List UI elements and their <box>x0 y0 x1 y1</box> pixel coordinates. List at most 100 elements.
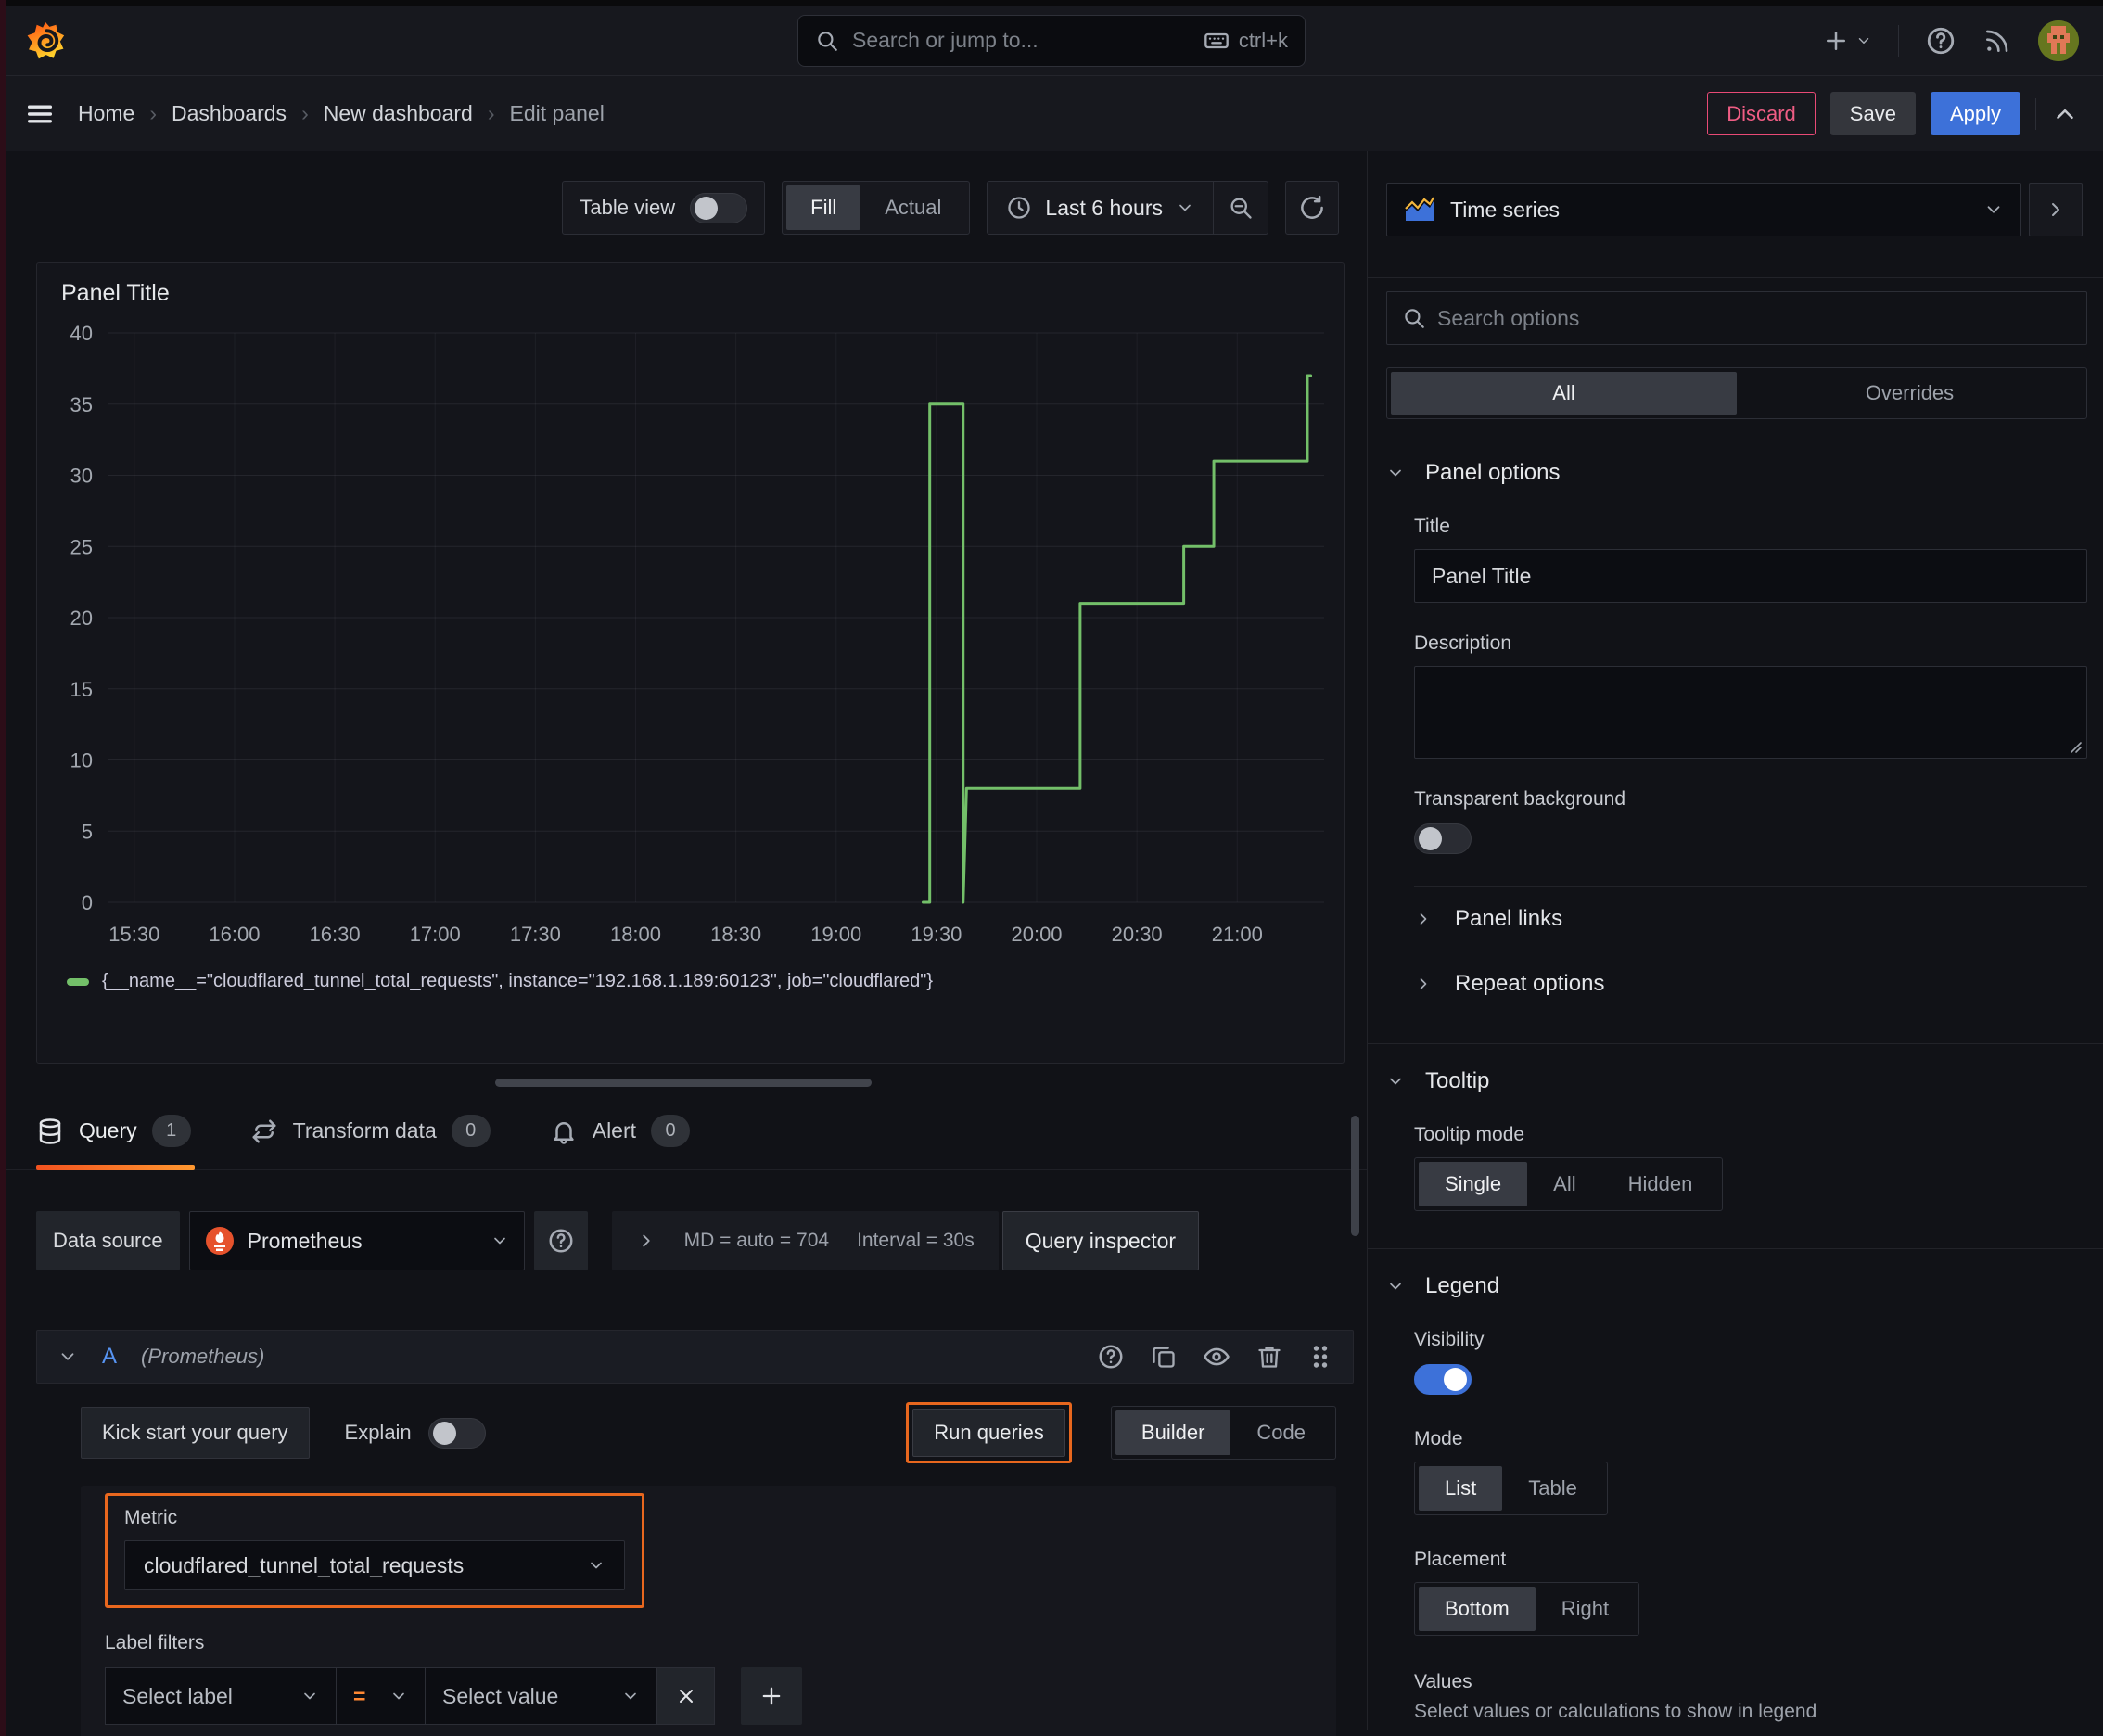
legend-placement-right-option[interactable]: Right <box>1536 1587 1635 1631</box>
breadcrumb-new-dashboard[interactable]: New dashboard <box>324 101 473 126</box>
panel-options-section-header[interactable]: Panel options <box>1386 460 2087 486</box>
select-label-dropdown[interactable]: Select label <box>105 1667 337 1725</box>
svg-text:0: 0 <box>82 891 93 914</box>
datasource-label: Data source <box>36 1211 180 1270</box>
apply-button[interactable]: Apply <box>1930 92 2020 135</box>
remove-filter-button[interactable] <box>657 1667 715 1725</box>
toggle-query-visibility-button[interactable] <box>1203 1343 1230 1371</box>
duplicate-query-button[interactable] <box>1151 1344 1177 1370</box>
chevron-down-icon <box>1390 1078 1401 1085</box>
collapse-header-button[interactable] <box>2051 100 2079 128</box>
legend-section-header[interactable]: Legend <box>1386 1273 2087 1299</box>
svg-text:10: 10 <box>70 749 93 772</box>
tab-all[interactable]: All <box>1391 372 1737 415</box>
breadcrumb-dashboards[interactable]: Dashboards <box>172 101 287 126</box>
chart-legend: {__name__="cloudflared_tunnel_total_requ… <box>67 971 1344 992</box>
table-view-toggle[interactable] <box>690 192 748 223</box>
tab-transform-data[interactable]: Transform data 0 <box>250 1109 494 1169</box>
tab-query[interactable]: Query 1 <box>36 1109 195 1170</box>
tooltip-section-header[interactable]: Tooltip <box>1386 1068 2087 1094</box>
panel-title-input[interactable] <box>1414 549 2087 603</box>
interval-stat: Interval = 30s <box>857 1230 975 1251</box>
tooltip-all-option[interactable]: All <box>1527 1162 1601 1206</box>
svg-text:35: 35 <box>70 393 93 416</box>
avatar[interactable] <box>2038 19 2079 61</box>
metric-select[interactable]: cloudflared_tunnel_total_requests <box>124 1540 625 1590</box>
panel-links-section[interactable]: Panel links <box>1414 886 2087 951</box>
breadcrumb-separator: › <box>149 101 158 125</box>
table-view-control: Table view <box>562 181 766 235</box>
datasource-help-button[interactable] <box>533 1211 588 1270</box>
actual-option[interactable]: Actual <box>860 185 965 230</box>
run-queries-button[interactable]: Run queries <box>912 1409 1065 1457</box>
tab-alert[interactable]: Alert 0 <box>550 1109 694 1169</box>
news-rss-button[interactable] <box>1982 26 2012 56</box>
legend-placement-label: Placement <box>1414 1549 1507 1570</box>
legend-placement-switch: Bottom Right <box>1414 1582 1640 1636</box>
drag-query-handle[interactable] <box>1308 1343 1332 1371</box>
grafana-logo[interactable] <box>24 19 67 62</box>
repeat-options-section[interactable]: Repeat options <box>1414 951 2087 1015</box>
zoom-out-time-button[interactable] <box>1214 182 1268 234</box>
legend-placement-bottom-option[interactable]: Bottom <box>1419 1587 1536 1631</box>
mega-menu-toggle[interactable] <box>24 98 56 130</box>
query-options-summary[interactable]: MD = auto = 704 Interval = 30s <box>611 1211 999 1270</box>
svg-text:19:00: 19:00 <box>810 923 861 946</box>
close-icon <box>679 1690 693 1703</box>
svg-text:17:00: 17:00 <box>410 923 461 946</box>
resize-corner-icon[interactable] <box>2068 739 2083 754</box>
query-help-button[interactable] <box>1097 1343 1125 1371</box>
search-icon <box>1405 309 1424 328</box>
tooltip-hidden-option[interactable]: Hidden <box>1602 1162 1719 1206</box>
fill-option[interactable]: Fill <box>786 185 861 230</box>
legend-series-label[interactable]: {__name__="cloudflared_tunnel_total_requ… <box>102 971 933 992</box>
editor-tabs: Query 1 Transform data 0 Alert 0 <box>0 1109 1367 1170</box>
time-range-picker[interactable]: Last 6 hours <box>988 182 1213 234</box>
tooltip-single-option[interactable]: Single <box>1419 1162 1528 1206</box>
select-value-dropdown[interactable]: Select value <box>426 1667 657 1725</box>
add-menu-button[interactable] <box>1822 27 1872 55</box>
tab-overrides[interactable]: Overrides <box>1737 372 2083 415</box>
eye-icon <box>1204 1347 1230 1366</box>
options-search-box[interactable] <box>1386 291 2087 345</box>
kick-start-query-button[interactable]: Kick start your query <box>81 1407 310 1459</box>
keyboard-icon <box>1204 32 1229 48</box>
svg-text:20: 20 <box>70 606 93 630</box>
capture-edge-strip <box>0 0 6 1736</box>
global-search-input[interactable] <box>852 28 1191 53</box>
explain-toggle[interactable] <box>427 1417 486 1449</box>
question-circle-icon <box>549 1229 573 1253</box>
operator-dropdown[interactable]: = <box>337 1667 426 1725</box>
bell-icon <box>554 1121 574 1144</box>
builder-option[interactable]: Builder <box>1115 1410 1231 1455</box>
legend-visibility-toggle[interactable] <box>1414 1364 1472 1395</box>
pane-resize-handle[interactable] <box>495 1079 872 1087</box>
save-button[interactable]: Save <box>1829 92 1916 135</box>
query-inspector-button[interactable]: Query inspector <box>1001 1211 1200 1270</box>
global-search-box[interactable]: ctrl+k <box>797 14 1306 67</box>
datasource-picker[interactable]: Prometheus <box>188 1211 525 1270</box>
code-option[interactable]: Code <box>1230 1410 1332 1455</box>
chart-svg[interactable]: 0 5 10 15 20 25 30 35 40 15:30 16:00 16:30 17:00 17:3… <box>48 320 1331 969</box>
add-filter-button[interactable] <box>741 1667 802 1725</box>
clock-icon <box>1008 197 1031 219</box>
edit-panel-left-pane: Table view Fill Actual Last 6 hours Pane… <box>0 151 1367 1736</box>
options-search-input[interactable] <box>1437 305 2071 331</box>
chevron-down-icon <box>1179 204 1191 211</box>
legend-mode-table-option[interactable]: Table <box>1502 1466 1603 1511</box>
refresh-button[interactable] <box>1285 181 1339 235</box>
left-pane-scrollbar[interactable] <box>1351 1116 1359 1236</box>
discard-button[interactable]: Discard <box>1707 92 1816 135</box>
help-button[interactable] <box>1925 25 1956 57</box>
toggle-viz-suggestions-button[interactable] <box>2029 183 2083 236</box>
delete-query-button[interactable] <box>1256 1344 1282 1370</box>
legend-swatch[interactable] <box>67 977 89 986</box>
query-row-header[interactable]: A (Prometheus) <box>36 1330 1354 1384</box>
transparent-background-toggle[interactable] <box>1414 823 1472 854</box>
panel-description-textarea[interactable] <box>1414 666 2087 759</box>
visualization-picker[interactable]: Time series <box>1386 183 2021 236</box>
panel-title: Panel Title <box>61 280 170 306</box>
title-field-label: Title <box>1414 516 1450 537</box>
legend-mode-list-option[interactable]: List <box>1419 1466 1503 1511</box>
breadcrumb-home[interactable]: Home <box>78 101 134 126</box>
